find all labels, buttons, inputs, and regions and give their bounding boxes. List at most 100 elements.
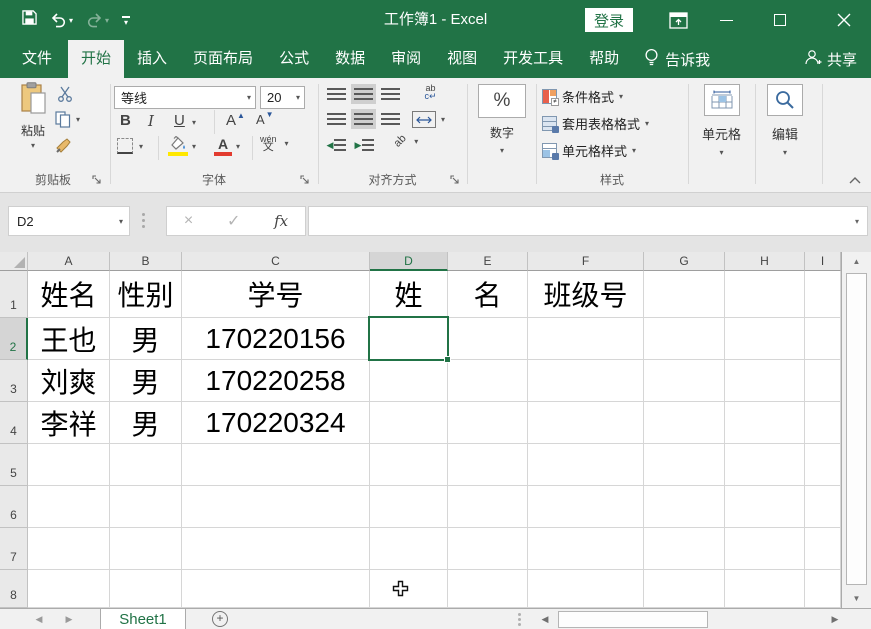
bold-button[interactable]: B — [120, 112, 131, 129]
formula-bar-expand-icon[interactable]: ▾ — [855, 217, 859, 226]
paste-button[interactable]: 粘贴 ▾ — [12, 82, 54, 150]
cell-H8[interactable] — [725, 570, 805, 608]
scroll-right-icon[interactable]: ▶ — [826, 609, 844, 629]
cell-A7[interactable] — [28, 528, 110, 570]
cell-E5[interactable] — [448, 444, 528, 486]
cell-D5[interactable] — [370, 444, 448, 486]
insert-function-icon[interactable]: fx — [274, 212, 288, 230]
scroll-down-icon[interactable]: ▼ — [842, 589, 871, 608]
cell-H4[interactable] — [725, 402, 805, 444]
cell-D4[interactable] — [370, 402, 448, 444]
cell-A8[interactable] — [28, 570, 110, 608]
cell-C8[interactable] — [182, 570, 370, 608]
cell-A6[interactable] — [28, 486, 110, 528]
cell-I2[interactable] — [805, 318, 841, 360]
decrease-font-size-button[interactable]: A▼ — [256, 112, 274, 127]
scroll-up-icon[interactable]: ▲ — [842, 252, 871, 271]
cell-E8[interactable] — [448, 570, 528, 608]
copy-button[interactable]: ▾ — [55, 111, 80, 128]
align-right-button[interactable] — [378, 109, 403, 129]
close-button[interactable] — [827, 0, 861, 40]
column-header-A[interactable]: A — [28, 252, 110, 271]
align-middle-button[interactable] — [351, 84, 376, 104]
font-dialog-launcher-icon[interactable] — [300, 174, 310, 184]
fill-color-button[interactable]: ▾ — [168, 136, 196, 156]
cell-styles-item[interactable]: 单元格样式▾ — [542, 141, 636, 160]
cell-C1[interactable]: 学号 — [182, 271, 370, 318]
column-header-G[interactable]: G — [644, 252, 725, 271]
orientation-button[interactable]: ab ▾ — [394, 135, 418, 147]
collapse-ribbon-icon[interactable] — [848, 174, 862, 188]
cell-B5[interactable] — [110, 444, 182, 486]
cell-G5[interactable] — [644, 444, 725, 486]
cell-F3[interactable] — [528, 360, 644, 402]
maximize-button[interactable] — [763, 0, 797, 40]
enter-icon[interactable]: ✓ — [227, 211, 240, 231]
cell-I3[interactable] — [805, 360, 841, 402]
cell-G1[interactable] — [644, 271, 725, 318]
cell-D8[interactable] — [370, 570, 448, 608]
align-bottom-button[interactable] — [378, 84, 403, 104]
name-box-dropdown-icon[interactable]: ▾ — [119, 217, 123, 226]
cell-D3[interactable] — [370, 360, 448, 402]
cell-E2[interactable] — [448, 318, 528, 360]
cell-E6[interactable] — [448, 486, 528, 528]
formula-bar-resize-handle[interactable] — [142, 213, 146, 228]
merge-center-button[interactable]: ▾ — [412, 111, 445, 128]
cell-I6[interactable] — [805, 486, 841, 528]
clipboard-dialog-launcher-icon[interactable] — [92, 174, 102, 184]
wrap-text-button[interactable]: abc↵ — [418, 82, 443, 102]
select-all-button[interactable] — [0, 252, 28, 271]
tell-me[interactable]: 告诉我 — [632, 40, 722, 78]
cell-A5[interactable] — [28, 444, 110, 486]
cell-B4[interactable]: 男 — [110, 402, 182, 444]
conditional-formatting-item[interactable]: ≠ 条件格式▾ — [542, 87, 623, 106]
column-header-C[interactable]: C — [182, 252, 370, 271]
formula-input[interactable]: ▾ — [308, 206, 868, 236]
cell-H2[interactable] — [725, 318, 805, 360]
cell-H1[interactable] — [725, 271, 805, 318]
cell-G7[interactable] — [644, 528, 725, 570]
cancel-icon[interactable]: × — [184, 212, 193, 230]
cell-B1[interactable]: 性别 — [110, 271, 182, 318]
cell-H7[interactable] — [725, 528, 805, 570]
editing-group-button[interactable]: 编辑 ▾ — [755, 84, 815, 157]
tab-插入[interactable]: 插入 — [124, 40, 180, 78]
cell-C7[interactable] — [182, 528, 370, 570]
cell-E1[interactable]: 名 — [448, 271, 528, 318]
cell-G4[interactable] — [644, 402, 725, 444]
cell-A4[interactable]: 李祥 — [28, 402, 110, 444]
cell-G6[interactable] — [644, 486, 725, 528]
row-header-5[interactable]: 5 — [0, 444, 28, 486]
cell-C3[interactable]: 170220258 — [182, 360, 370, 402]
cell-D7[interactable] — [370, 528, 448, 570]
paste-dropdown-icon[interactable]: ▾ — [31, 141, 35, 150]
cell-F4[interactable] — [528, 402, 644, 444]
tab-file[interactable]: 文件 — [6, 40, 68, 78]
number-group-button[interactable]: % 数字 ▾ — [467, 84, 537, 155]
cell-B2[interactable]: 男 — [110, 318, 182, 360]
cell-I4[interactable] — [805, 402, 841, 444]
cell-H6[interactable] — [725, 486, 805, 528]
scroll-left-icon[interactable]: ◀ — [536, 609, 554, 629]
font-family-select[interactable]: 等线▾ — [114, 86, 256, 109]
cell-I5[interactable] — [805, 444, 841, 486]
tab-strip-resize-handle[interactable] — [518, 613, 521, 626]
cell-A2[interactable]: 王也 — [28, 318, 110, 360]
minimize-button[interactable] — [709, 0, 743, 40]
sheet-nav-right-icon[interactable]: ▶ — [58, 609, 80, 629]
cell-C5[interactable] — [182, 444, 370, 486]
cell-A1[interactable]: 姓名 — [28, 271, 110, 318]
row-header-7[interactable]: 7 — [0, 528, 28, 570]
cut-button[interactable] — [57, 86, 73, 102]
column-header-D[interactable]: D — [370, 252, 448, 271]
cell-F6[interactable] — [528, 486, 644, 528]
tab-开发工具[interactable]: 开发工具 — [490, 40, 576, 78]
sheet-nav-left-icon[interactable]: ◀ — [28, 609, 50, 629]
cell-C6[interactable] — [182, 486, 370, 528]
name-box[interactable]: D2 ▾ — [8, 206, 130, 236]
increase-font-size-button[interactable]: A▲ — [226, 112, 245, 129]
tab-视图[interactable]: 视图 — [434, 40, 490, 78]
tab-帮助[interactable]: 帮助 — [576, 40, 632, 78]
cell-F7[interactable] — [528, 528, 644, 570]
